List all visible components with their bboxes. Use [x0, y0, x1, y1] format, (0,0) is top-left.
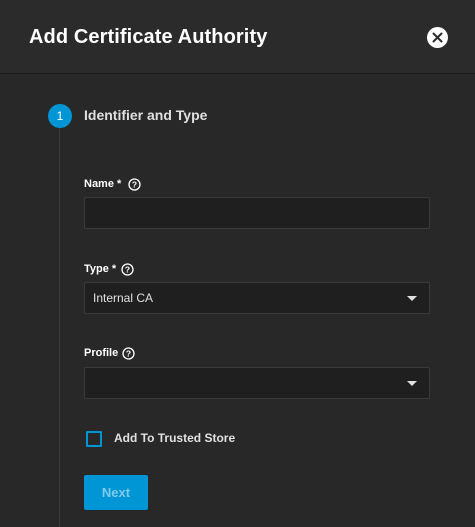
- stepper-line: [59, 128, 60, 527]
- profile-select[interactable]: [84, 367, 430, 399]
- name-required-mark: *: [117, 178, 122, 190]
- dialog-header: Add Certificate Authority: [0, 0, 475, 74]
- type-label: Type *: [84, 263, 116, 275]
- type-select-value: Internal CA: [93, 291, 154, 305]
- next-button[interactable]: Next: [84, 475, 148, 510]
- svg-text:?: ?: [125, 265, 130, 275]
- trusted-store-label[interactable]: Add To Trusted Store: [114, 431, 235, 445]
- type-label-text: Type: [84, 263, 109, 275]
- name-label-text: Name: [84, 178, 114, 190]
- close-icon: [432, 32, 443, 43]
- step-label: Identifier and Type: [84, 107, 208, 123]
- profile-label: Profile: [84, 347, 118, 359]
- profile-label-text: Profile: [84, 347, 119, 359]
- chevron-down-icon: [407, 296, 417, 301]
- svg-text:?: ?: [132, 180, 137, 190]
- name-input[interactable]: [84, 197, 430, 229]
- help-icon[interactable]: ?: [122, 347, 135, 360]
- help-icon[interactable]: ?: [128, 178, 141, 191]
- close-button[interactable]: [427, 27, 448, 48]
- chevron-down-icon: [407, 381, 417, 386]
- step-number-badge: 1: [48, 104, 72, 128]
- type-required-mark: *: [111, 263, 117, 275]
- name-label: Name *: [84, 178, 121, 190]
- trusted-store-checkbox[interactable]: [86, 431, 102, 447]
- svg-text:?: ?: [126, 349, 131, 359]
- help-icon[interactable]: ?: [121, 263, 134, 276]
- dialog-title: Add Certificate Authority: [29, 26, 268, 48]
- type-select[interactable]: Internal CA: [84, 282, 430, 314]
